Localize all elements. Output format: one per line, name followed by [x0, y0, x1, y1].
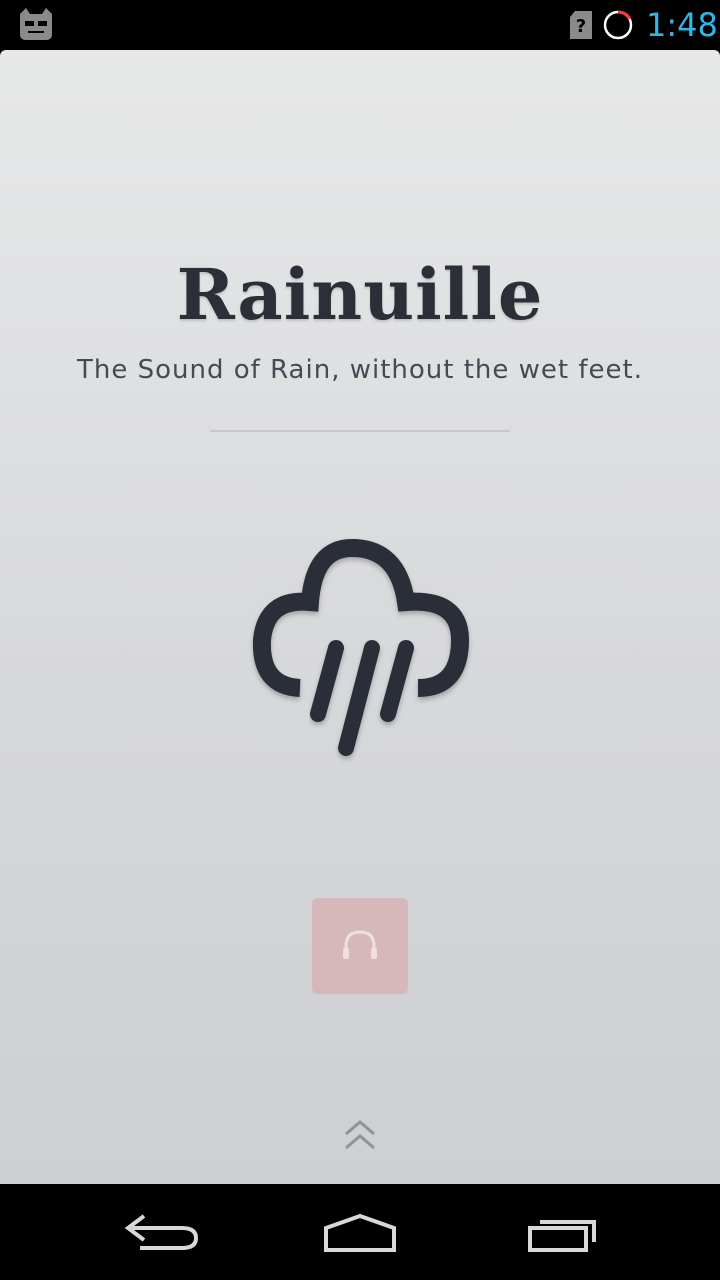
- back-button[interactable]: [110, 1198, 210, 1268]
- cyanogenmod-android-icon: [16, 6, 56, 42]
- home-icon: [324, 1213, 396, 1252]
- rain-cloud-icon: [240, 528, 480, 768]
- recent-apps-button[interactable]: [512, 1198, 612, 1268]
- app-subtitle: The Sound of Rain, without the wet feet.: [76, 355, 643, 385]
- double-chevron-up-icon[interactable]: [340, 1116, 380, 1156]
- status-bar: ? 1:48: [0, 0, 720, 50]
- recent-apps-icon: [528, 1220, 596, 1252]
- sim-unknown-icon: ?: [569, 10, 593, 40]
- app-title: Rainuille: [176, 253, 544, 336]
- sync-progress-icon: [602, 9, 634, 41]
- navigation-bar: [0, 1184, 720, 1280]
- home-button[interactable]: [310, 1198, 410, 1268]
- back-arrow-icon: [124, 1214, 199, 1250]
- headphones-icon: [343, 930, 377, 959]
- app-screen: Rainuille The Sound of Rain, without the…: [0, 50, 720, 1184]
- divider: [210, 430, 510, 432]
- status-clock: 1:48: [646, 6, 718, 44]
- svg-text:?: ?: [576, 16, 586, 37]
- play-rain-button[interactable]: [312, 898, 408, 994]
